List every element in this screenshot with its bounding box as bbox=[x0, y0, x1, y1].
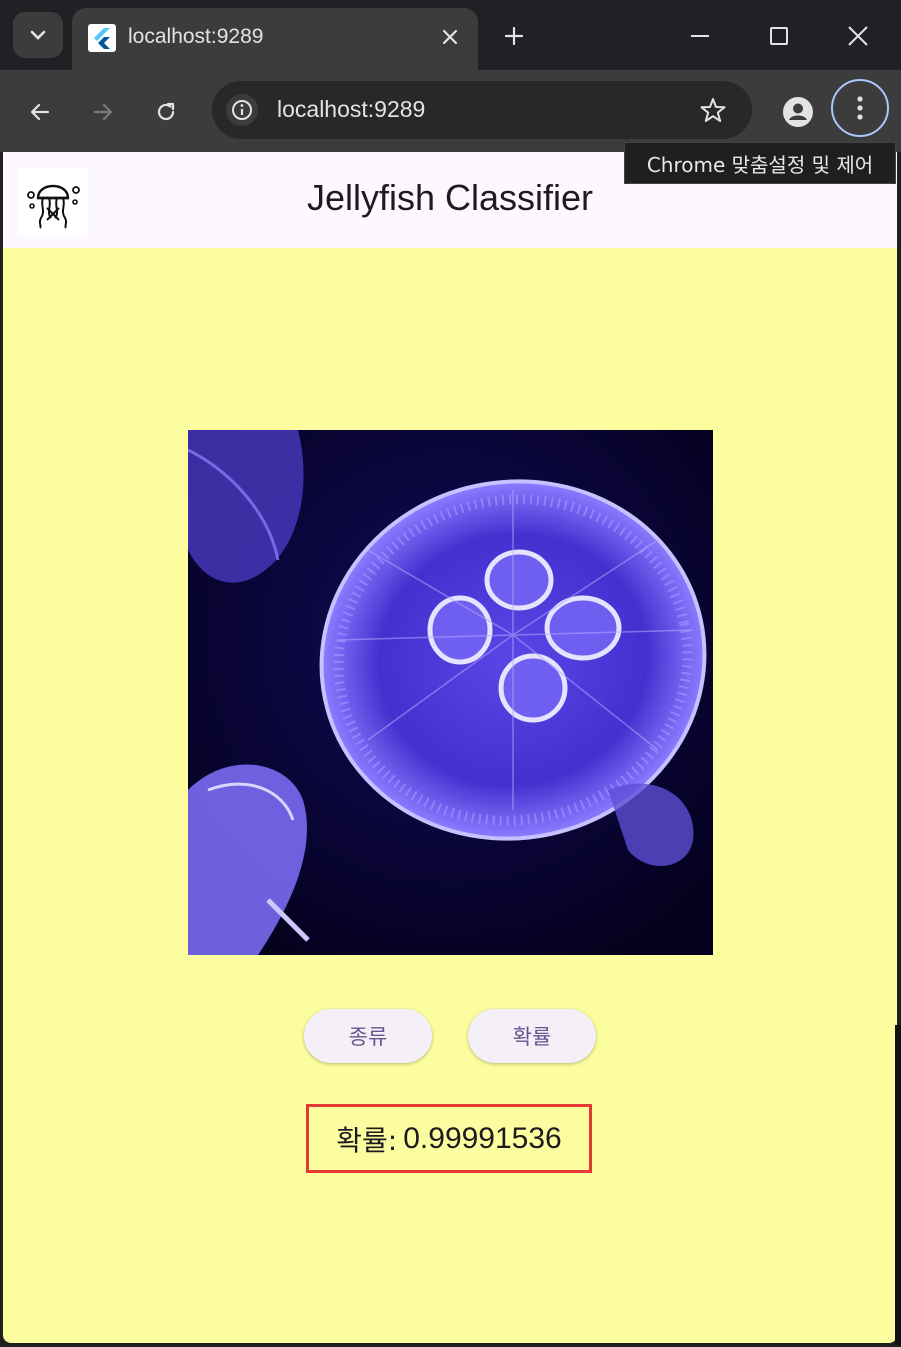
browser-tab-bar: localhost:9289 bbox=[0, 0, 901, 70]
result-label: 확률: bbox=[336, 1123, 398, 1157]
arrow-right-icon bbox=[93, 103, 113, 121]
species-button-label: 종류 bbox=[348, 1025, 388, 1049]
browser-toolbar: localhost:9289 bbox=[0, 70, 901, 152]
menu-tooltip: Chrome 맞춤설정 및 제어 bbox=[624, 142, 896, 184]
bookmark-star-icon[interactable] bbox=[698, 95, 728, 125]
scrollbar[interactable] bbox=[895, 1025, 901, 1345]
reload-button[interactable] bbox=[144, 90, 188, 134]
browser-tab[interactable]: localhost:9289 bbox=[72, 8, 478, 70]
plus-icon bbox=[504, 26, 524, 46]
maximize-button[interactable] bbox=[759, 16, 799, 56]
avatar-icon bbox=[783, 97, 813, 127]
probability-button-label: 확률 bbox=[512, 1025, 552, 1049]
close-icon bbox=[848, 26, 868, 46]
new-tab-button[interactable] bbox=[496, 18, 532, 54]
chrome-menu-button[interactable] bbox=[831, 79, 889, 137]
maximize-icon bbox=[770, 27, 788, 45]
jellyfish-image bbox=[188, 430, 713, 955]
forward-button[interactable] bbox=[81, 90, 125, 134]
arrow-left-icon bbox=[30, 103, 50, 121]
back-button[interactable] bbox=[18, 90, 62, 134]
reload-icon bbox=[157, 102, 175, 121]
minimize-icon bbox=[691, 35, 709, 37]
close-window-button[interactable] bbox=[838, 16, 878, 56]
profile-button[interactable] bbox=[778, 92, 818, 132]
chevron-down-icon bbox=[30, 30, 46, 40]
species-button[interactable]: 종류 bbox=[304, 1009, 432, 1063]
more-vert-icon bbox=[857, 96, 863, 120]
address-bar[interactable]: localhost:9289 bbox=[212, 81, 752, 139]
result-value: 0.99991536 bbox=[403, 1121, 562, 1155]
close-tab-icon[interactable] bbox=[436, 23, 464, 51]
flutter-icon bbox=[88, 24, 116, 52]
minimize-button[interactable] bbox=[680, 16, 720, 56]
probability-result: 확률: 0.99991536 bbox=[306, 1104, 592, 1173]
tab-search-button[interactable] bbox=[13, 12, 63, 58]
url-text[interactable]: localhost:9289 bbox=[277, 96, 425, 123]
page-content: Jellyfish Classifier 종류 확률 확률: 0.9999153… bbox=[3, 152, 897, 1343]
probability-button[interactable]: 확률 bbox=[468, 1009, 596, 1063]
tab-title: localhost:9289 bbox=[128, 25, 264, 48]
site-info-icon[interactable] bbox=[226, 94, 258, 126]
